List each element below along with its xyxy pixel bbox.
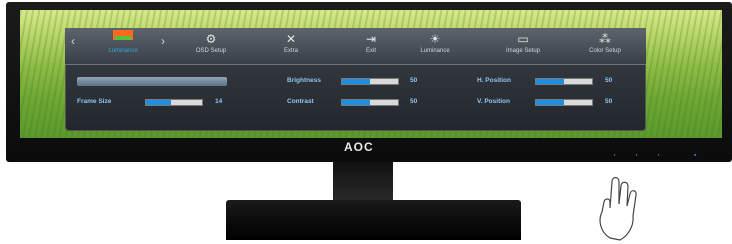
bezel-button-2[interactable]: ▪ xyxy=(636,152,637,157)
tab-luminance[interactable]: ☀ Luminance xyxy=(395,30,475,64)
selected-row-highlight[interactable] xyxy=(77,77,227,86)
color-setup-icon: ⁂ xyxy=(599,32,611,46)
contrast-label: Contrast xyxy=(287,98,314,105)
luminance-icon xyxy=(83,30,163,48)
bezel-button-3[interactable]: ▪ xyxy=(658,152,659,157)
monitor-neck xyxy=(333,162,393,202)
v-position-fill xyxy=(536,100,564,105)
tab-luminance-selected[interactable]: Luminance xyxy=(83,30,163,64)
h-position-label: H. Position xyxy=(477,77,511,84)
osd-menu: ‹ Luminance › ⚙ OSD Setup ✕ Extra ⇥ Exit… xyxy=(65,28,646,131)
brightness-value: 50 xyxy=(410,77,418,84)
brand-logo: AOC xyxy=(344,140,374,154)
power-led-icon[interactable]: ● xyxy=(694,152,696,157)
monitor-base xyxy=(226,200,521,240)
extra-icon: ✕ xyxy=(285,32,297,46)
tab-label: Exit xyxy=(365,48,376,54)
brightness-label: Brightness xyxy=(287,77,321,84)
frame-size-fill xyxy=(146,100,172,105)
contrast-value: 50 xyxy=(410,98,418,105)
tab-label: OSD Setup xyxy=(195,48,227,54)
sun-icon: ☀ xyxy=(429,32,441,46)
tab-label: Image Setup xyxy=(505,48,541,54)
h-position-fill xyxy=(536,79,564,84)
h-position-slider[interactable] xyxy=(535,78,593,85)
contrast-fill xyxy=(342,100,370,105)
frame-size-value: 14 xyxy=(215,98,223,105)
monitor-screen: ‹ Luminance › ⚙ OSD Setup ✕ Extra ⇥ Exit… xyxy=(20,10,722,138)
hand-pointer-icon xyxy=(599,176,637,241)
brightness-slider[interactable] xyxy=(341,78,399,85)
tab-color-setup[interactable]: ⁂ Color Setup xyxy=(565,30,645,64)
brightness-fill xyxy=(342,79,370,84)
tab-extra[interactable]: ✕ Extra xyxy=(251,30,331,64)
chevron-left-icon[interactable]: ‹ xyxy=(71,34,75,48)
v-position-slider[interactable] xyxy=(535,99,593,106)
h-position-value: 50 xyxy=(605,77,613,84)
tab-label: Luminance xyxy=(420,48,450,54)
contrast-slider[interactable] xyxy=(341,99,399,106)
tab-label: Extra xyxy=(283,48,298,54)
frame-size-slider[interactable] xyxy=(145,99,203,106)
tab-label: Color Setup xyxy=(589,48,621,54)
frame-size-label: Frame Size xyxy=(77,98,112,105)
tab-image-setup[interactable]: ▭ Image Setup xyxy=(483,30,563,64)
chevron-right-icon[interactable]: › xyxy=(161,34,165,48)
bezel-button-1[interactable]: ▪ xyxy=(614,152,615,157)
tab-osd-setup[interactable]: ⚙ OSD Setup xyxy=(171,30,251,64)
tab-label: Luminance xyxy=(108,48,138,54)
monitor-body: ‹ Luminance › ⚙ OSD Setup ✕ Extra ⇥ Exit… xyxy=(6,2,732,162)
osd-tab-bar: ‹ Luminance › ⚙ OSD Setup ✕ Extra ⇥ Exit… xyxy=(65,28,646,65)
osd-setup-icon: ⚙ xyxy=(205,32,217,46)
image-setup-icon: ▭ xyxy=(517,32,529,46)
v-position-value: 50 xyxy=(605,98,613,105)
v-position-label: V. Position xyxy=(477,98,510,105)
